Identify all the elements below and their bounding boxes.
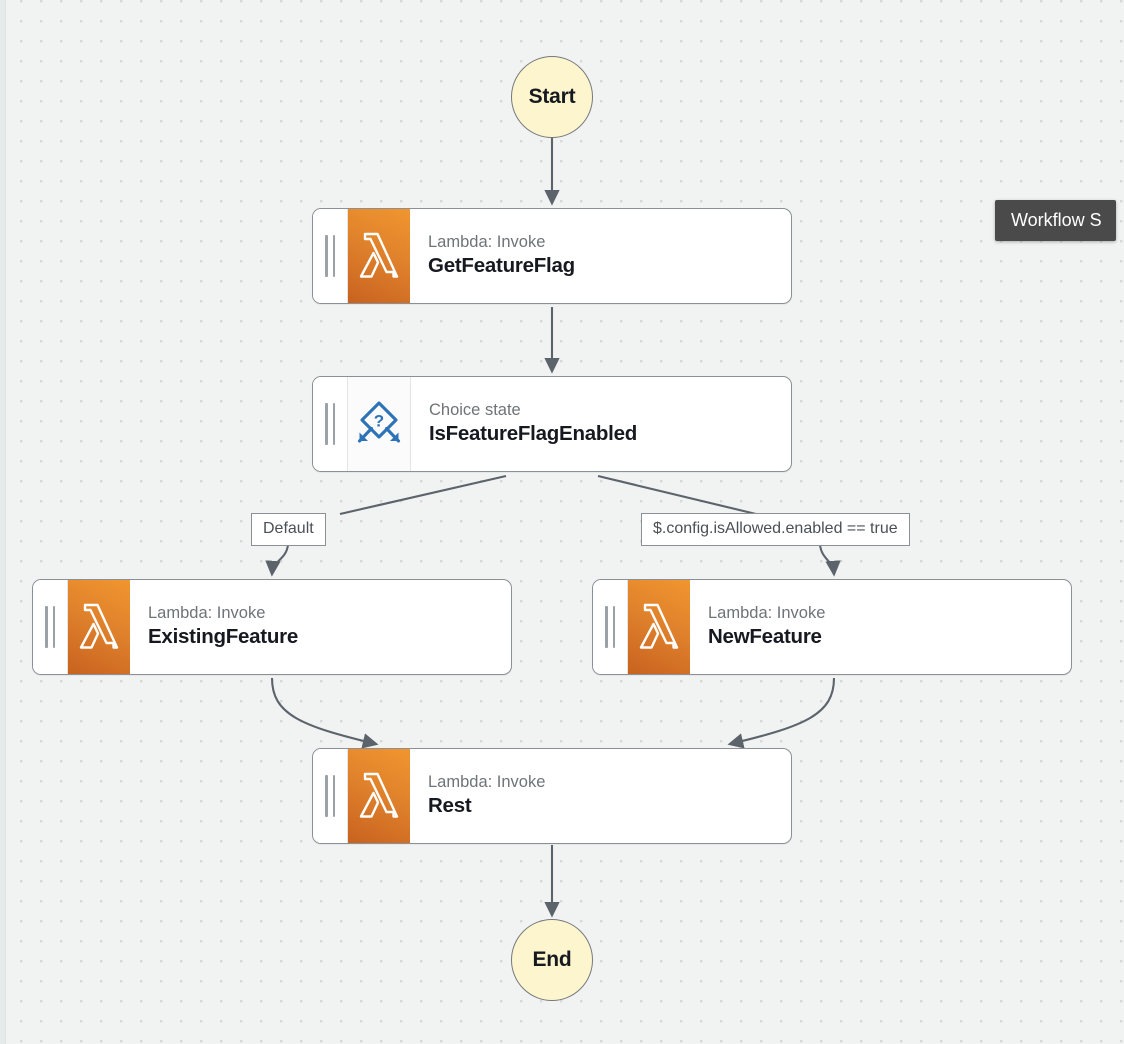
state-node-existing-feature[interactable]: Lambda: Invoke ExistingFeature	[32, 579, 512, 675]
node-text: Choice state IsFeatureFlagEnabled	[411, 377, 791, 471]
edge-label-default-text: Default	[263, 520, 314, 537]
edge-condition-label-to-newfeature	[818, 544, 841, 577]
edge-label-default[interactable]: Default	[251, 513, 326, 546]
edge-existingfeature-to-rest	[270, 677, 379, 749]
node-kind: Lambda: Invoke	[148, 604, 266, 623]
node-text: Lambda: Invoke Rest	[410, 749, 791, 843]
edge-choice-to-default-label	[339, 474, 507, 516]
drag-handle[interactable]	[313, 749, 348, 843]
node-kind: Lambda: Invoke	[428, 773, 546, 792]
state-node-new-feature[interactable]: Lambda: Invoke NewFeature	[592, 579, 1072, 675]
node-title: IsFeatureFlagEnabled	[429, 422, 638, 446]
end-node-label: End	[532, 948, 572, 971]
lambda-icon	[68, 580, 130, 674]
edge-choice-to-condition-label	[597, 474, 757, 516]
tooltip-text: Workflow S	[1011, 210, 1102, 230]
canvas-left-edge	[0, 0, 6, 1044]
edge-label-condition-true-text: $.config.isAllowed.enabled == true	[653, 520, 898, 537]
workflow-canvas[interactable]: Start Lambda: Invoke GetFeatureFlag ? Ch…	[0, 0, 1124, 1044]
state-node-get-feature-flag[interactable]: Lambda: Invoke GetFeatureFlag	[312, 208, 792, 304]
edge-label-condition-true[interactable]: $.config.isAllowed.enabled == true	[641, 513, 910, 546]
node-text: Lambda: Invoke ExistingFeature	[130, 580, 511, 674]
node-kind: Lambda: Invoke	[708, 604, 826, 623]
state-node-rest[interactable]: Lambda: Invoke Rest	[312, 748, 792, 844]
svg-text:?: ?	[374, 412, 384, 431]
start-node-label: Start	[528, 85, 576, 108]
node-title: GetFeatureFlag	[428, 254, 575, 278]
node-text: Lambda: Invoke GetFeatureFlag	[410, 209, 791, 303]
state-node-is-feature-flag-enabled[interactable]: ? Choice state IsFeatureFlagEnabled	[312, 376, 792, 472]
node-title: NewFeature	[708, 625, 822, 649]
choice-icon: ?	[348, 377, 411, 471]
edge-newfeature-to-rest	[727, 677, 836, 749]
node-title: Rest	[428, 794, 472, 818]
node-kind: Choice state	[429, 401, 521, 420]
connector-layer	[265, 138, 841, 918]
drag-handle[interactable]	[313, 209, 348, 303]
end-node[interactable]: End	[511, 919, 593, 1001]
drag-handle[interactable]	[313, 377, 348, 471]
lambda-icon	[628, 580, 690, 674]
node-kind: Lambda: Invoke	[428, 233, 546, 252]
lambda-icon	[348, 209, 410, 303]
start-node[interactable]: Start	[511, 56, 593, 138]
lambda-icon	[348, 749, 410, 843]
node-text: Lambda: Invoke NewFeature	[690, 580, 1071, 674]
drag-handle[interactable]	[593, 580, 628, 674]
workflow-studio-tooltip: Workflow S	[995, 200, 1116, 241]
drag-handle[interactable]	[33, 580, 68, 674]
edge-default-label-to-existingfeature	[265, 544, 290, 577]
node-title: ExistingFeature	[148, 625, 299, 649]
